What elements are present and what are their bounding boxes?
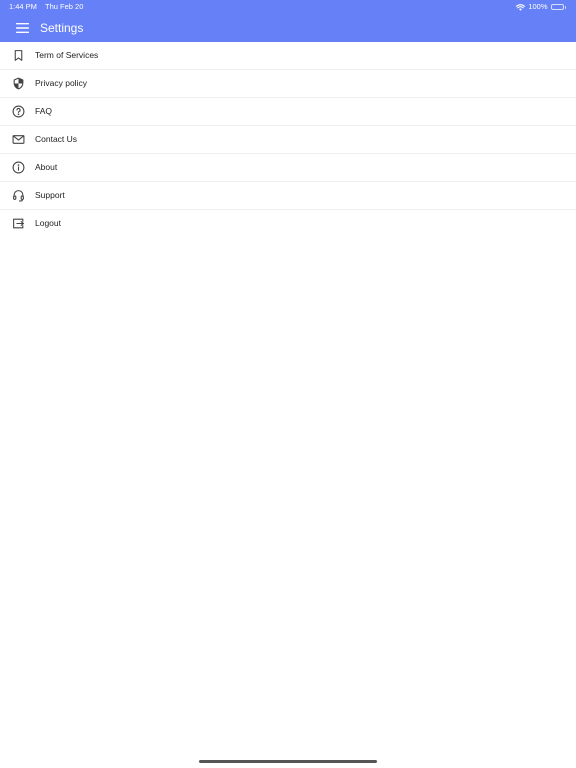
battery-icon [550,4,566,10]
settings-item-support[interactable]: Support [0,182,576,210]
page-title: Settings [40,21,84,35]
settings-item-about[interactable]: About [0,154,576,182]
hamburger-menu-icon [15,23,29,33]
settings-item-contact-us[interactable]: Contact Us [0,126,576,154]
help-circle-icon [12,105,25,118]
settings-item-logout[interactable]: Logout [0,210,576,237]
mail-icon [12,133,25,146]
settings-item-faq[interactable]: FAQ [0,98,576,126]
settings-item-label: Term of Services [35,50,99,60]
bookmark-icon [12,49,25,62]
logout-icon [12,217,25,230]
info-icon [12,161,25,174]
battery-percentage: 100% [528,2,548,11]
settings-item-privacy-policy[interactable]: Privacy policy [0,70,576,98]
menu-button[interactable] [10,18,34,38]
wifi-icon [516,3,526,11]
status-time-date: 1:44 PM Thu Feb 20 [9,0,83,14]
settings-item-label: Contact Us [35,134,78,144]
settings-list: Term of Services Privacy policy FAQ Cont… [0,42,576,237]
status-bar: 1:44 PM Thu Feb 20 100% [0,0,576,14]
settings-item-terms-of-service[interactable]: Term of Services [0,42,576,70]
settings-item-label: Privacy policy [35,78,87,88]
status-time: 1:44 PM [9,2,37,11]
settings-item-label: FAQ [35,106,53,116]
settings-item-label: Logout [35,218,61,228]
settings-item-label: Support [35,190,65,200]
shield-icon [12,77,25,90]
settings-item-label: About [35,162,58,172]
status-indicators: 100% [516,0,566,14]
app-header: 1:44 PM Thu Feb 20 100% Settings [0,0,576,42]
toolbar: Settings [0,14,576,42]
headset-icon [12,189,25,202]
home-indicator[interactable] [199,760,377,763]
status-date: Thu Feb 20 [45,2,84,11]
